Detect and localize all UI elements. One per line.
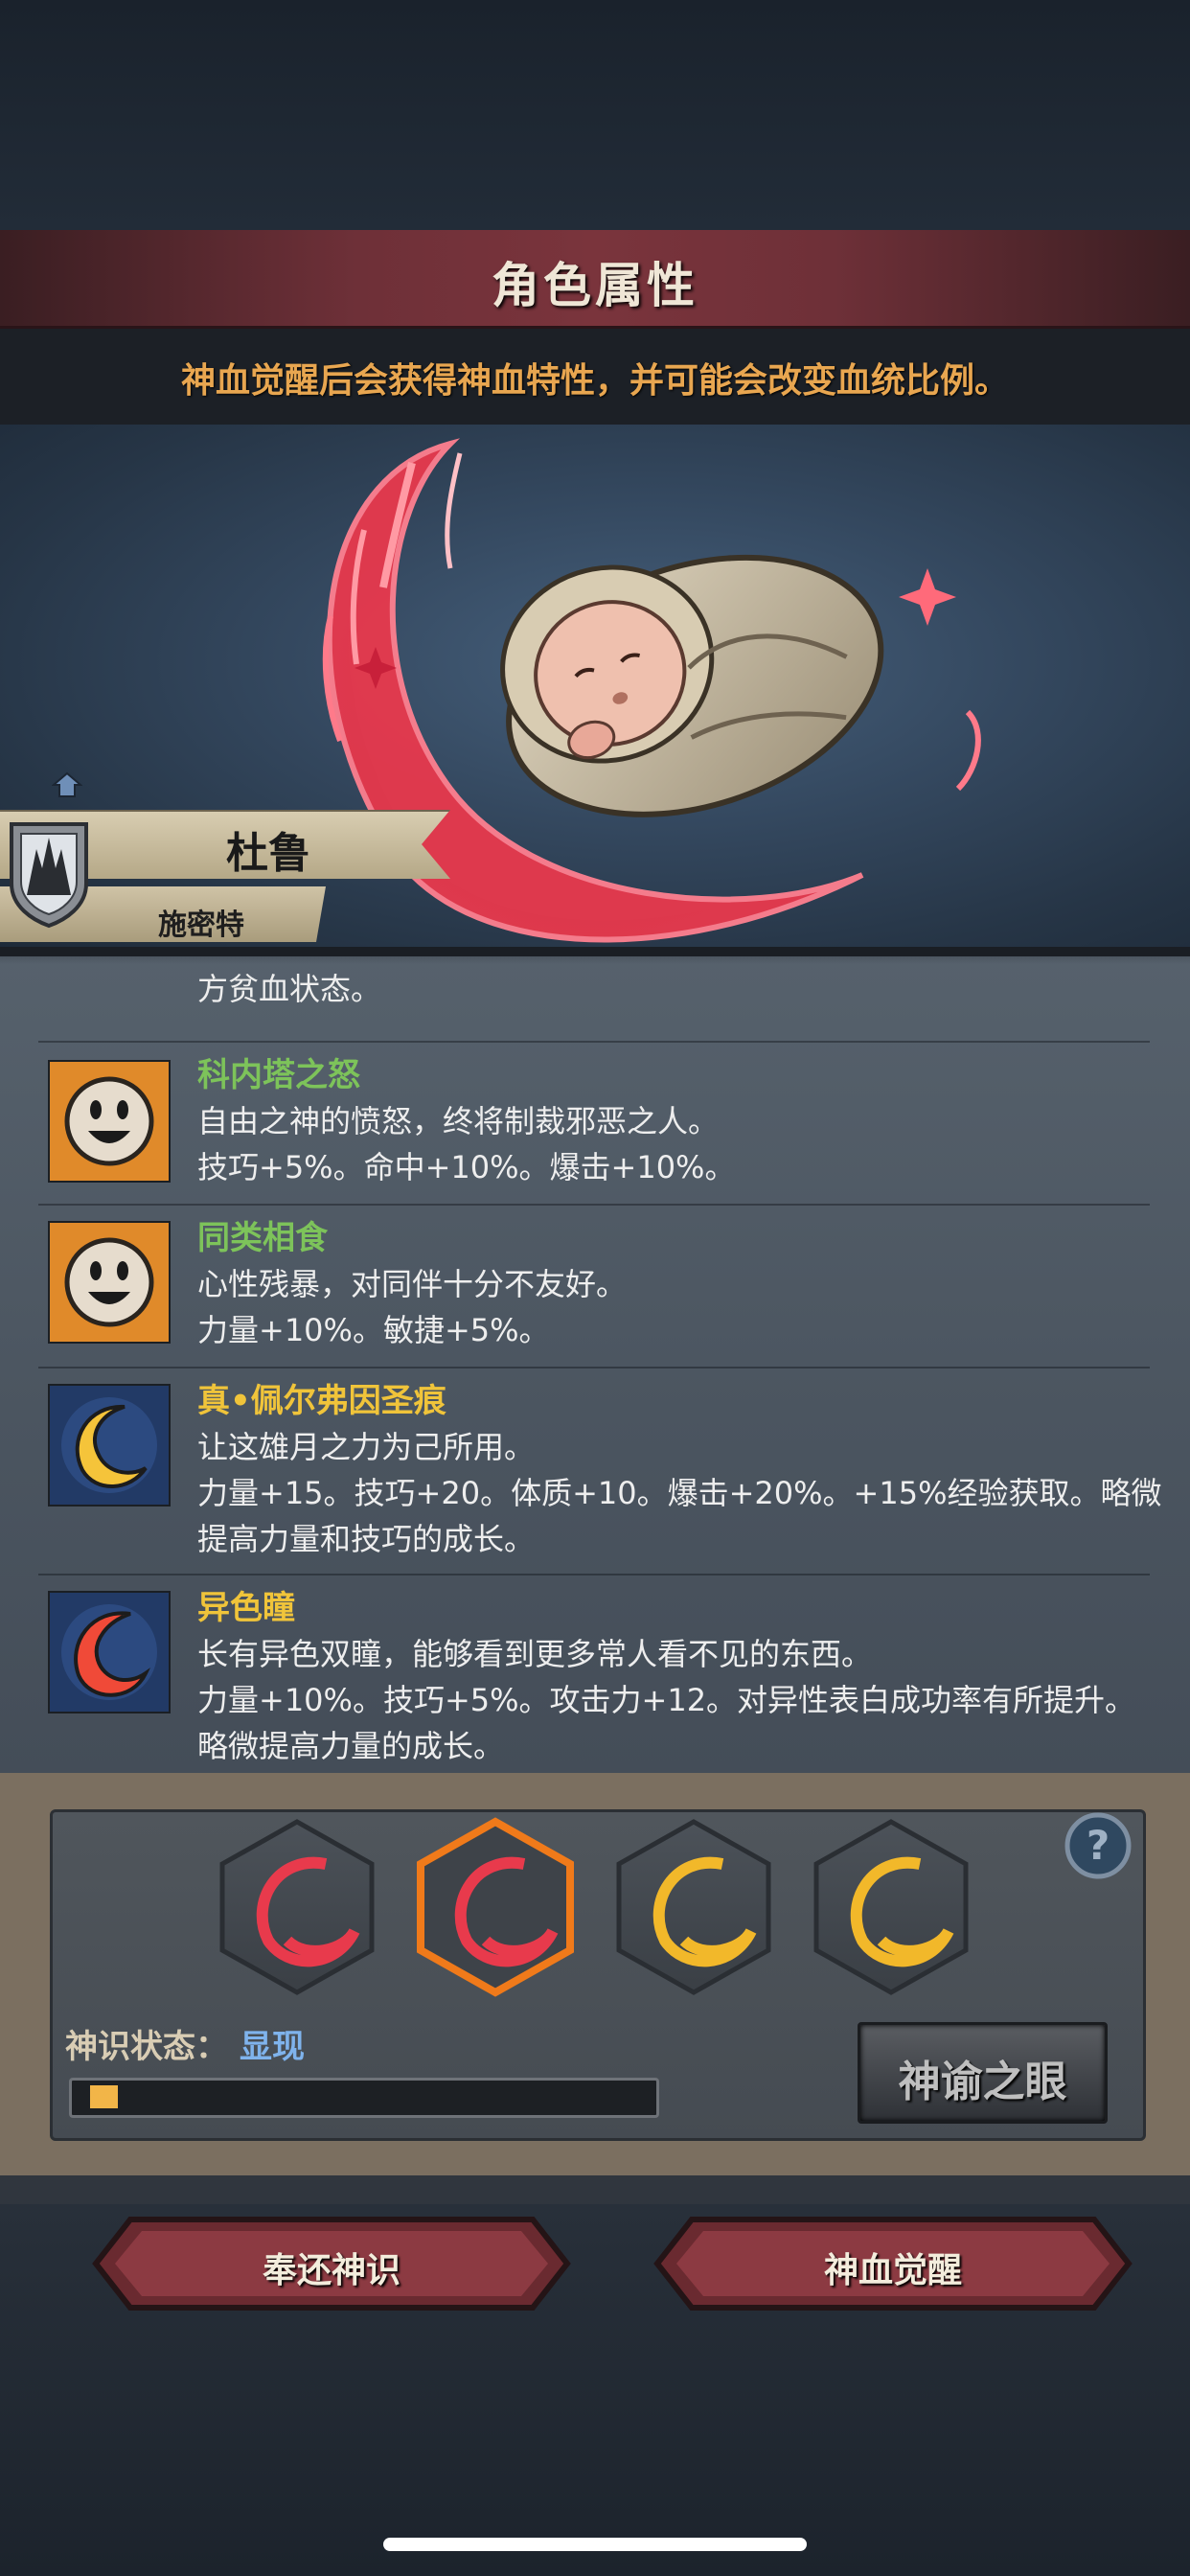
help-icon[interactable]: ? [1064,1811,1133,1880]
trait-effects-continued: 提高力量和技巧的成长。 [197,1521,536,1557]
trait-item[interactable]: 异色瞳 长有异色双瞳，能够看到更多常人看不见的东西。 力量+10%。技巧+5%。… [0,1585,1190,1773]
trait-name: 同类相食 [197,1219,328,1257]
return-divine-button-label: 奉还神识 [262,2251,400,2290]
crescent-moon-icon [48,1384,171,1506]
class-shield-icon [10,822,88,929]
trait-description: 让这雄月之力为己所用。 [197,1429,536,1465]
divine-progress-bar [69,2078,659,2118]
trait-name: 科内塔之怒 [197,1056,360,1094]
trait-partial-text: 方贫血状态。 [197,971,382,1007]
page-title: 角色属性 [492,258,698,313]
character-class: 施密特 [158,908,244,942]
divine-slot-row [219,1817,969,1997]
top-background [0,0,1190,230]
trait-list-fade [0,956,1190,964]
divine-status-label: 神识状态： [65,2028,228,2066]
trait-effects: 力量+10%。敏捷+5%。 [197,1312,550,1348]
trait-divider [38,1574,1150,1576]
divine-slot-2[interactable] [417,1817,574,1997]
oracle-eye-button-label: 神谕之眼 [898,2058,1067,2106]
trait-divider [38,1041,1150,1043]
divine-slot-4[interactable] [813,1819,969,1995]
trait-description: 心性残暴，对同伴十分不友好。 [197,1266,628,1302]
trait-divider [38,1204,1150,1206]
divine-slot-3[interactable] [616,1819,771,1995]
trait-effects: 技巧+5%。命中+10%。爆击+10%。 [197,1149,736,1185]
blood-awaken-button-label: 神血觉醒 [823,2251,962,2290]
divine-status-value: 显现 [240,2028,305,2066]
rank-up-icon [52,771,82,797]
trait-item[interactable]: 真•佩尔弗因圣痕 让这雄月之力为己所用。 力量+15。技巧+20。体质+10。爆… [0,1378,1190,1570]
trait-effects: 力量+15。技巧+20。体质+10。爆击+20%。+15%经验获取。略微 [197,1475,1162,1511]
svg-text:?: ? [1087,1822,1110,1869]
divine-progress-fill [90,2085,118,2108]
smiley-face-icon [48,1221,171,1344]
home-indicator[interactable] [383,2538,807,2551]
character-name: 杜鲁 [226,829,310,878]
trait-description: 长有异色双瞳，能够看到更多常人看不见的东西。 [197,1636,873,1672]
divine-slot-1[interactable] [219,1819,375,1995]
portrait-divider [0,947,1190,956]
trait-item[interactable]: 同类相食 心性残暴，对同伴十分不友好。 力量+10%。敏捷+5%。 [0,1215,1190,1368]
trait-description: 自由之神的愤怒，终将制裁邪恶之人。 [197,1103,720,1139]
panel-bottom-strip [0,2175,1190,2204]
red-swirl-icon [48,1591,171,1714]
trait-list[interactable]: 方贫血状态。 科内塔之怒 自由之神的愤怒，终将制裁邪恶之人。 技巧+5%。命中+… [0,956,1190,1773]
page-subtitle: 神血觉醒后会获得神血特性，并可能会改变血统比例。 [180,361,1009,401]
trait-item[interactable]: 科内塔之怒 自由之神的愤怒，终将制裁邪恶之人。 技巧+5%。命中+10%。爆击+… [0,1052,1190,1206]
smiley-face-icon [48,1060,171,1183]
trait-name: 异色瞳 [197,1589,295,1627]
trait-effects: 力量+10%。技巧+5%。攻击力+12。对异性表白成功率有所提升。 [197,1682,1136,1718]
trait-effects-continued: 略微提高力量的成长。 [197,1728,505,1764]
trait-divider [38,1367,1150,1368]
trait-name: 真•佩尔弗因圣痕 [197,1382,446,1420]
